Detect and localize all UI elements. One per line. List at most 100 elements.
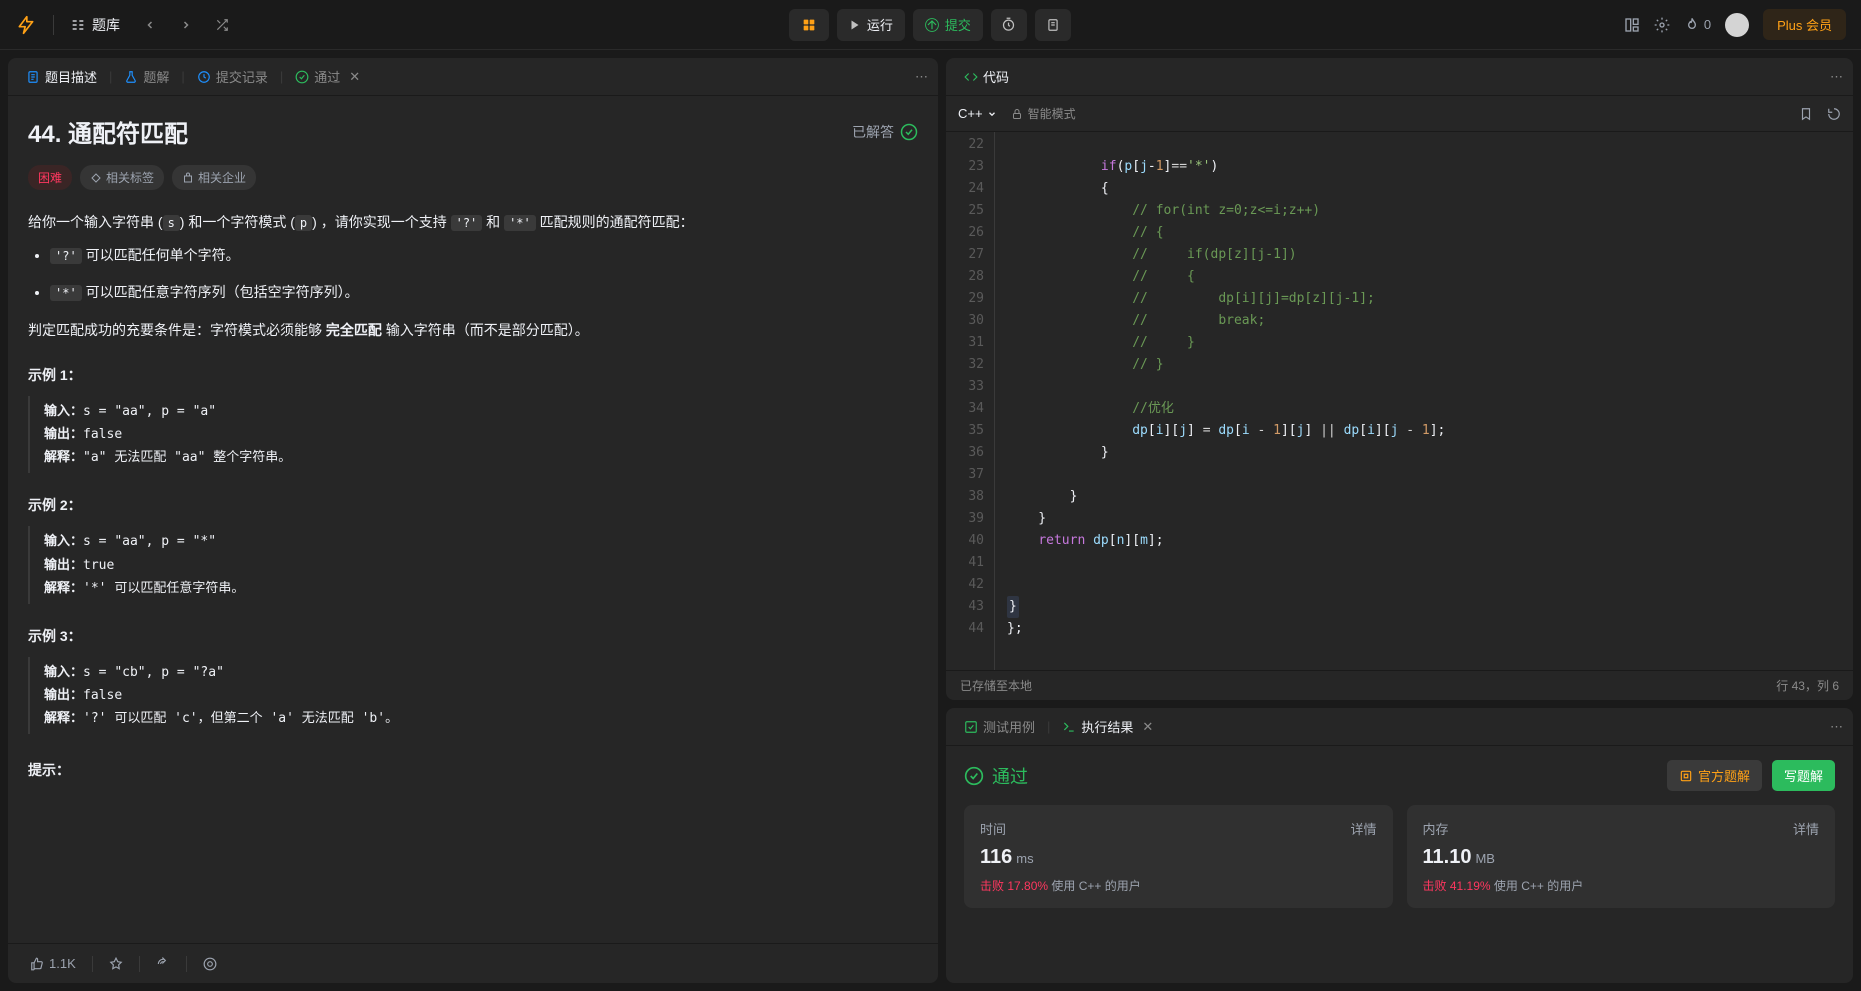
results-tabs: 测试用例 | 执行结果✕ ⋯ <box>946 708 1853 746</box>
more-button[interactable]: ⋯ <box>1830 719 1843 735</box>
code-editor[interactable]: 2223242526272829303132333435363738394041… <box>946 132 1853 670</box>
flask-icon <box>124 70 138 84</box>
solved-label: 已解答 <box>852 122 894 142</box>
example-1: 输入：s = "aa", p = "a" 输出：false 解释："a" 无法匹… <box>28 396 918 473</box>
tab-label: 题解 <box>143 67 169 86</box>
memory-card[interactable]: 内存详情 11.10MB 击败 41.19% 使用 C++ 的用户 <box>1407 805 1836 908</box>
check-circle-icon <box>900 123 918 141</box>
reset-button[interactable] <box>1827 107 1841 121</box>
companies-tag[interactable]: 相关企业 <box>172 165 256 190</box>
topbar-left: 题库 <box>15 11 236 39</box>
run-button[interactable]: 运行 <box>837 9 905 41</box>
tab-label: 通过 <box>314 67 340 86</box>
share-button[interactable] <box>148 953 178 975</box>
problem-content: 给你一个输入字符串 (s) 和一个字符模式 (p) ，请你实现一个支持 '?' … <box>28 210 918 783</box>
tab-result[interactable]: 执行结果 ✕ <box>1054 712 1161 741</box>
description-body: 44. 通配符匹配 已解答 困难 相关标签 相关企业 给你一个输入字符串 (s)… <box>8 96 938 943</box>
tab-submissions[interactable]: 提交记录 <box>189 62 276 91</box>
tab-label: 测试用例 <box>983 717 1035 736</box>
terminal-icon <box>1062 720 1076 734</box>
tab-label: 执行结果 <box>1081 717 1133 736</box>
card-label: 时间 <box>980 819 1006 838</box>
tab-label: 代码 <box>983 67 1009 86</box>
detail-link[interactable]: 详情 <box>1793 819 1819 838</box>
settings-button[interactable] <box>1654 17 1670 33</box>
topics-tag[interactable]: 相关标签 <box>80 165 164 190</box>
doc-icon <box>26 70 40 84</box>
write-solution-button[interactable]: 写题解 <box>1772 760 1835 791</box>
title-row: 44. 通配符匹配 已解答 <box>28 114 918 149</box>
bookmark-code-button[interactable] <box>1799 107 1813 121</box>
example-3: 输入：s = "cb", p = "?a" 输出：false 解释：'?' 可以… <box>28 657 918 734</box>
check-icon <box>295 70 309 84</box>
nav-arrows <box>136 11 236 39</box>
result-header: 通过 官方题解 写题解 <box>946 746 1853 805</box>
logo[interactable] <box>15 14 37 36</box>
example-2: 输入：s = "aa", p = "*" 输出：true 解释：'*' 可以匹配… <box>28 526 918 603</box>
debug-button[interactable] <box>789 9 829 41</box>
left-panel: 题目描述 | 题解 | 提交记录 | 通过✕ ⋯ 44. 通配符匹配 已解答 困… <box>8 58 938 983</box>
topbar-right: 0 Plus 会员 <box>1624 9 1846 40</box>
smart-mode[interactable]: 智能模式 <box>1011 105 1076 122</box>
tab-code[interactable]: 代码 <box>956 62 1017 91</box>
divider <box>53 15 54 35</box>
check-square-icon <box>964 720 978 734</box>
save-status: 已存储至本地 <box>960 677 1032 694</box>
example-1-title: 示例 1： <box>28 363 918 388</box>
right-column: 代码 ⋯ C++ 智能模式 22232425262728293031323334… <box>946 58 1853 983</box>
bookmark-button[interactable] <box>101 953 131 975</box>
feedback-button[interactable] <box>195 953 225 975</box>
more-button[interactable]: ⋯ <box>915 69 928 85</box>
streak-count: 0 <box>1704 17 1711 32</box>
prev-button[interactable] <box>136 11 164 39</box>
code-panel: 代码 ⋯ C++ 智能模式 22232425262728293031323334… <box>946 58 1853 700</box>
tags-row: 困难 相关标签 相关企业 <box>28 165 918 190</box>
close-icon[interactable]: ✕ <box>349 69 360 85</box>
topbar: 题库 运行 提交 0 Plus 会员 <box>0 0 1861 50</box>
run-label: 运行 <box>867 15 893 34</box>
code-tabs: 代码 ⋯ <box>946 58 1853 96</box>
description-footer: 1.1K <box>8 943 938 983</box>
streak[interactable]: 0 <box>1684 17 1711 33</box>
results-panel: 测试用例 | 执行结果✕ ⋯ 通过 官方题解 写题解 时间详情 116ms <box>946 708 1853 983</box>
problems-label: 题库 <box>92 15 120 35</box>
tab-description[interactable]: 题目描述 <box>18 62 105 91</box>
notes-button[interactable] <box>1035 9 1071 41</box>
shuffle-button[interactable] <box>208 11 236 39</box>
problem-title: 44. 通配符匹配 <box>28 114 188 149</box>
tab-testcase[interactable]: 测试用例 <box>956 712 1043 741</box>
code-toolbar: C++ 智能模式 <box>946 96 1853 132</box>
result-actions: 官方题解 写题解 <box>1667 760 1835 791</box>
history-icon <box>197 70 211 84</box>
like-button[interactable]: 1.1K <box>22 952 84 975</box>
main: 题目描述 | 题解 | 提交记录 | 通过✕ ⋯ 44. 通配符匹配 已解答 困… <box>0 50 1861 991</box>
time-card[interactable]: 时间详情 116ms 击败 17.80% 使用 C++ 的用户 <box>964 805 1393 908</box>
timer-button[interactable] <box>991 9 1027 41</box>
code-status-bar: 已存储至本地 行 43，列 6 <box>946 670 1853 700</box>
official-solution-button[interactable]: 官方题解 <box>1667 760 1762 791</box>
topbar-center: 运行 提交 <box>236 9 1624 41</box>
submit-label: 提交 <box>945 15 971 34</box>
language-selector[interactable]: C++ <box>958 106 997 121</box>
plus-button[interactable]: Plus 会员 <box>1763 9 1846 40</box>
detail-link[interactable]: 详情 <box>1350 819 1376 838</box>
close-icon[interactable]: ✕ <box>1142 719 1153 735</box>
tab-solution[interactable]: 题解 <box>116 62 177 91</box>
hints-title: 提示： <box>28 758 918 783</box>
next-button[interactable] <box>172 11 200 39</box>
avatar[interactable] <box>1725 13 1749 37</box>
line-gutter: 2223242526272829303132333435363738394041… <box>946 132 994 670</box>
tab-accepted[interactable]: 通过 ✕ <box>287 62 368 91</box>
layout-button[interactable] <box>1624 17 1640 33</box>
likes-count: 1.1K <box>49 956 76 971</box>
example-2-title: 示例 2： <box>28 493 918 518</box>
cursor-position: 行 43，列 6 <box>1776 677 1839 694</box>
status-label: 通过 <box>992 763 1028 789</box>
status-pass: 通过 <box>964 763 1028 789</box>
result-cards: 时间详情 116ms 击败 17.80% 使用 C++ 的用户 内存详情 11.… <box>946 805 1853 922</box>
tab-label: 题目描述 <box>45 67 97 86</box>
problems-link[interactable]: 题库 <box>70 15 120 35</box>
example-3-title: 示例 3： <box>28 624 918 649</box>
more-button[interactable]: ⋯ <box>1830 69 1843 85</box>
submit-button[interactable]: 提交 <box>913 9 983 41</box>
